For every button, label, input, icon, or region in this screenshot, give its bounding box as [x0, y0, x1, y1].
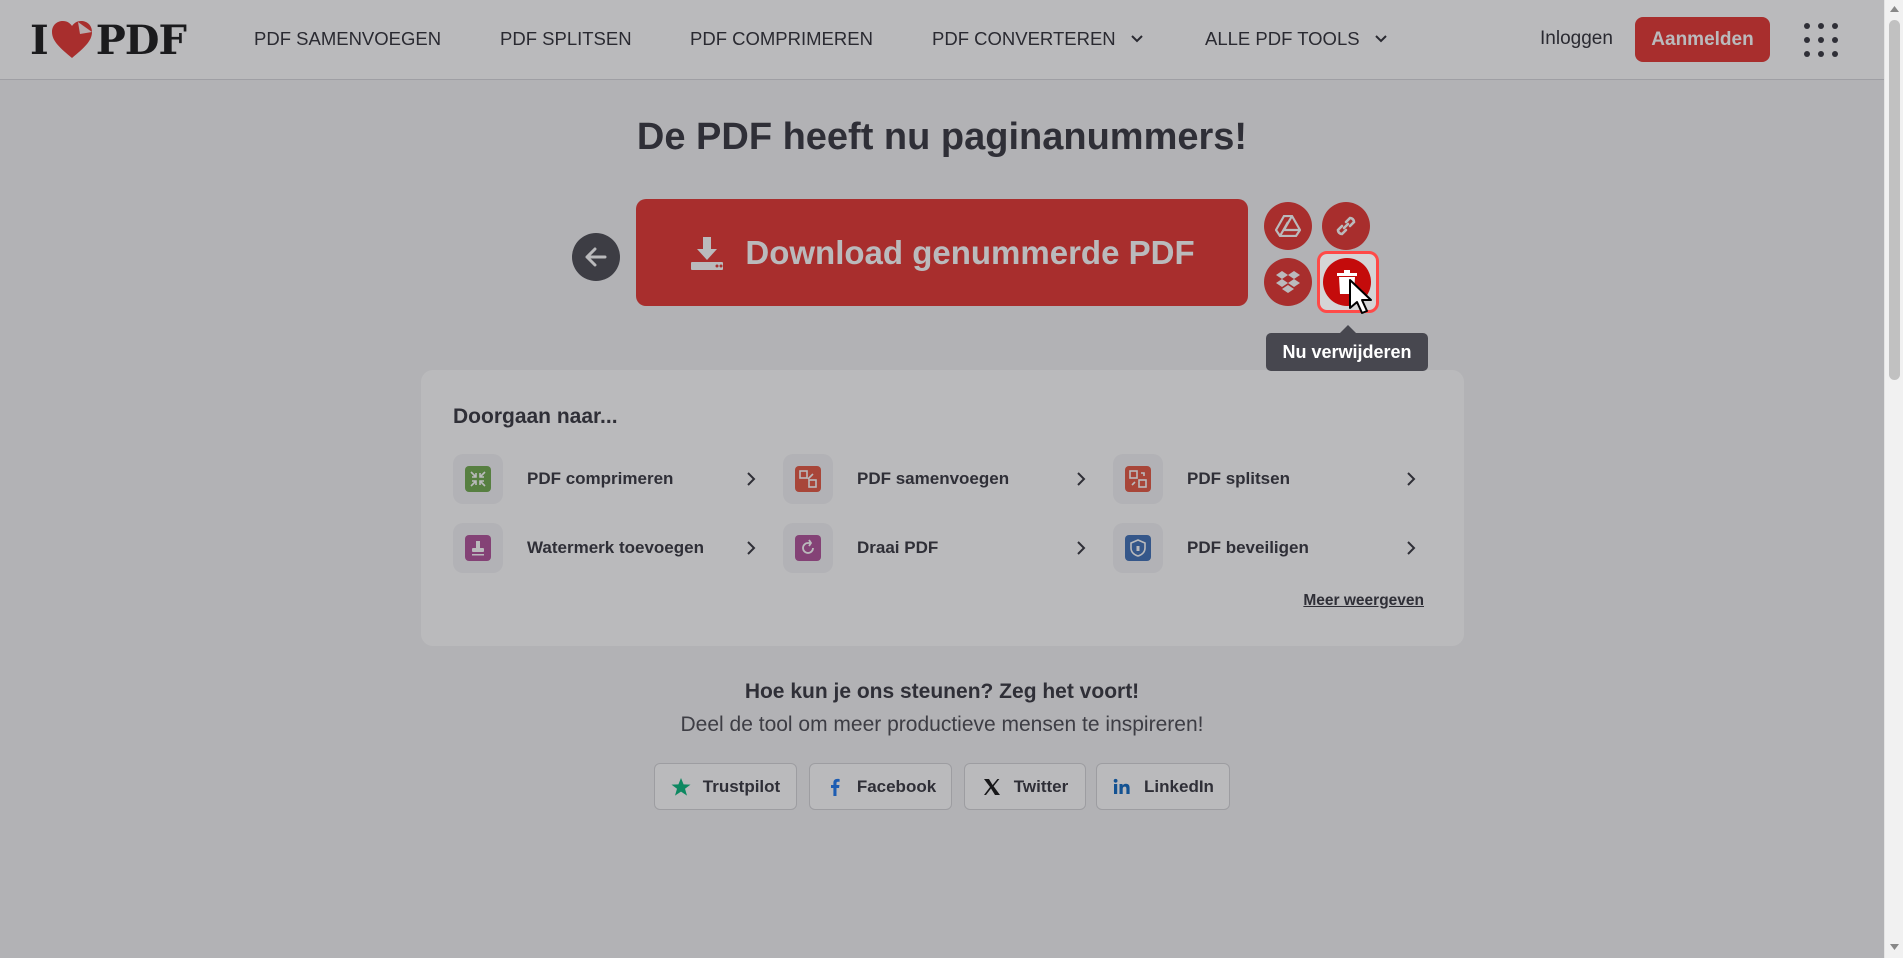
login-link[interactable]: Inloggen: [1540, 28, 1613, 50]
back-button[interactable]: [572, 233, 620, 281]
scroll-down-icon[interactable]: [1890, 944, 1899, 951]
continue-title: Doorgaan naar...: [453, 405, 618, 428]
signup-button[interactable]: Aanmelden: [1635, 17, 1770, 62]
delete-tooltip: Nu verwijderen: [1266, 325, 1428, 371]
tool-label: PDF comprimeren: [527, 469, 674, 488]
heart-logo-icon: [51, 21, 92, 58]
tool-icon-wrap: [783, 454, 833, 504]
nav-label: PDF SPLITSEN: [500, 28, 632, 49]
trustpilot-star-icon: [671, 777, 691, 796]
tool-label: PDF splitsen: [1187, 469, 1290, 488]
nav-label: PDF COMPRIMEREN: [690, 28, 873, 49]
chevron-right-icon: [1407, 472, 1416, 486]
tool-watermerk-toevoegen[interactable]: Watermerk toevoegen: [453, 523, 756, 573]
nav-pdf-samenvoegen[interactable]: PDF SAMENVOEGEN: [254, 28, 441, 50]
download-icon: [691, 236, 724, 270]
apps-grid-icon[interactable]: [1803, 22, 1839, 58]
support-text: Deel de tool om meer productieve mensen …: [680, 713, 1204, 736]
nav-label: ALLE PDF TOOLS: [1205, 28, 1360, 49]
nav-label: PDF CONVERTEREN: [932, 28, 1116, 49]
nav-alle-pdf-tools[interactable]: ALLE PDF TOOLS: [1205, 28, 1388, 50]
logo-pdf: PDF: [95, 16, 187, 64]
tool-label: PDF beveiligen: [1187, 538, 1309, 557]
mouse-cursor-icon: [1349, 279, 1372, 314]
google-drive-button[interactable]: [1264, 202, 1312, 250]
compress-icon: [465, 466, 491, 492]
facebook-icon: [830, 778, 840, 796]
support-heading: Hoe kun je ons steunen? Zeg het voort!: [744, 680, 1140, 703]
copy-link-button[interactable]: [1322, 202, 1370, 250]
tool-label: Watermerk toevoegen: [527, 538, 704, 557]
chevron-right-icon: [1407, 541, 1416, 555]
tool-label: PDF samenvoegen: [857, 469, 1010, 488]
dropbox-icon: [1276, 271, 1300, 293]
ilovepdf-logo[interactable]: I PDF: [30, 16, 187, 64]
share-label: LinkedIn: [1144, 776, 1214, 796]
tool-icon-wrap: [453, 454, 503, 504]
chevron-right-icon: [1077, 472, 1086, 486]
tool-icon-wrap: [1113, 454, 1163, 504]
tool-draai-pdf[interactable]: Draai PDF: [783, 523, 1086, 573]
page-scrollbar[interactable]: [1884, 0, 1903, 958]
nav-label: PDF SAMENVOEGEN: [254, 28, 442, 49]
google-drive-icon: [1275, 215, 1301, 237]
page-title: De PDF heeft nu paginanummers!: [636, 116, 1248, 158]
tool-icon-wrap: [783, 523, 833, 573]
arrow-left-icon: [585, 247, 607, 267]
scroll-up-icon[interactable]: [1890, 5, 1899, 12]
tool-icon-wrap: [1113, 523, 1163, 573]
merge-icon: [795, 466, 821, 492]
download-button[interactable]: Download genummerde PDF: [636, 199, 1248, 306]
show-more-link[interactable]: Meer weergeven: [1303, 592, 1424, 610]
download-label: Download genummerde PDF: [745, 233, 1195, 271]
share-label: Trustpilot: [702, 776, 781, 796]
twitter-button[interactable]: Twitter: [964, 763, 1086, 810]
split-icon: [1125, 466, 1151, 492]
tool-pdf-beveiligen[interactable]: PDF beveiligen: [1113, 523, 1416, 573]
rotate-icon: [795, 535, 821, 561]
nav-pdf-converteren[interactable]: PDF CONVERTEREN: [932, 28, 1144, 50]
tool-label: Draai PDF: [857, 538, 939, 557]
scrollbar-thumb[interactable]: [1889, 20, 1900, 380]
tool-pdf-splitsen[interactable]: PDF splitsen: [1113, 454, 1416, 504]
chevron-down-icon: [1374, 35, 1387, 43]
chevron-right-icon: [747, 541, 756, 555]
stamp-icon: [465, 535, 491, 561]
facebook-button[interactable]: Facebook: [809, 763, 952, 810]
chevron-right-icon: [747, 472, 756, 486]
chevron-right-icon: [1077, 541, 1086, 555]
dropbox-button[interactable]: [1264, 258, 1312, 306]
shield-icon: [1125, 535, 1151, 561]
share-label: Twitter: [1013, 776, 1069, 796]
linkedin-button[interactable]: LinkedIn: [1096, 763, 1230, 810]
linkedin-icon: [1113, 778, 1130, 794]
tool-pdf-comprimeren[interactable]: PDF comprimeren: [453, 454, 756, 504]
x-twitter-icon: [983, 778, 1000, 795]
nav-pdf-comprimeren[interactable]: PDF COMPRIMEREN: [690, 28, 873, 50]
logo-i: I: [30, 16, 49, 64]
tool-icon-wrap: [453, 523, 503, 573]
share-label: Facebook: [856, 776, 937, 796]
chevron-down-icon: [1130, 35, 1143, 43]
continue-panel: Doorgaan naar... PDF comprimeren PDF sam…: [421, 370, 1464, 646]
top-header: I PDF PDF SAMENVOEGEN PDF SPLITSEN PDF C…: [0, 0, 1884, 80]
tool-pdf-samenvoegen[interactable]: PDF samenvoegen: [783, 454, 1086, 504]
link-icon: [1336, 216, 1356, 236]
trustpilot-button[interactable]: Trustpilot: [654, 763, 797, 810]
nav-pdf-splitsen[interactable]: PDF SPLITSEN: [500, 28, 632, 50]
